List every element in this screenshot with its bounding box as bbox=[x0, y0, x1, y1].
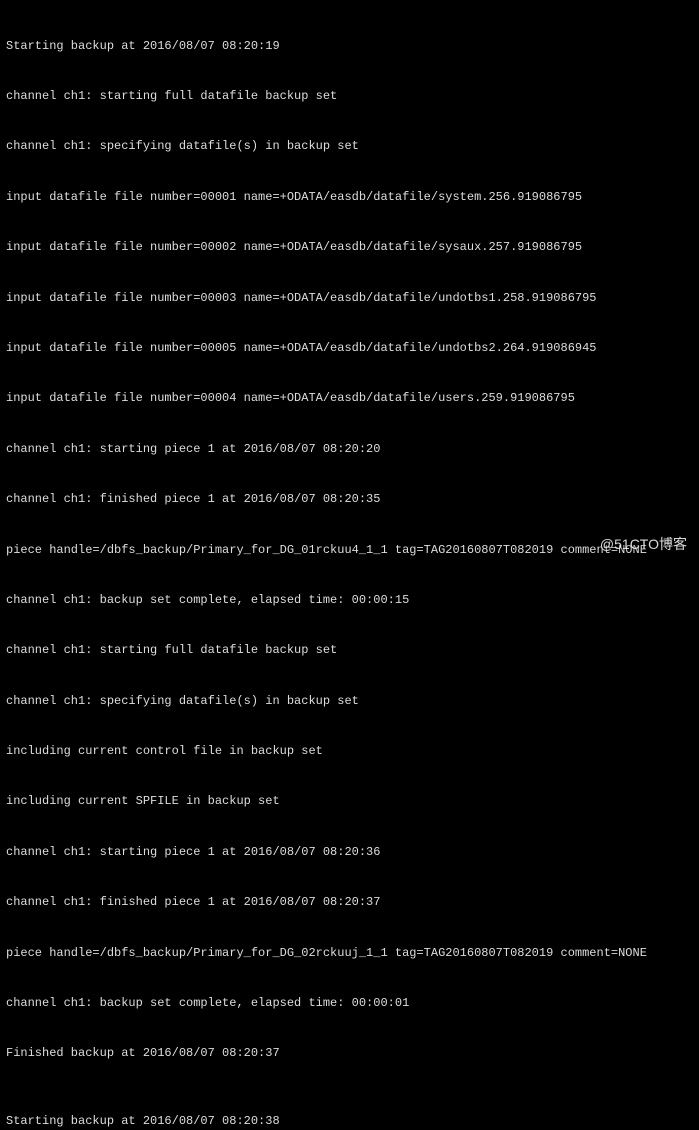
log-line: channel ch1: starting full datafile back… bbox=[6, 642, 693, 659]
log-line: input datafile file number=00002 name=+O… bbox=[6, 239, 693, 256]
log-line: channel ch1: starting piece 1 at 2016/08… bbox=[6, 844, 693, 861]
log-line: including current SPFILE in backup set bbox=[6, 793, 693, 810]
log-line: channel ch1: finished piece 1 at 2016/08… bbox=[6, 491, 693, 508]
watermark-text: @51CTO博客 bbox=[600, 535, 687, 555]
log-line: piece handle=/dbfs_backup/Primary_for_DG… bbox=[6, 945, 693, 962]
log-line: input datafile file number=00001 name=+O… bbox=[6, 189, 693, 206]
log-line: Finished backup at 2016/08/07 08:20:37 bbox=[6, 1045, 693, 1062]
log-line: channel ch1: backup set complete, elapse… bbox=[6, 592, 693, 609]
log-line: Starting backup at 2016/08/07 08:20:38 bbox=[6, 1113, 693, 1130]
log-line: input datafile file number=00005 name=+O… bbox=[6, 340, 693, 357]
log-line: channel ch1: backup set complete, elapse… bbox=[6, 995, 693, 1012]
log-line: input datafile file number=00004 name=+O… bbox=[6, 390, 693, 407]
log-line: channel ch1: finished piece 1 at 2016/08… bbox=[6, 894, 693, 911]
log-line: channel ch1: specifying datafile(s) in b… bbox=[6, 693, 693, 710]
log-line: Starting backup at 2016/08/07 08:20:19 bbox=[6, 38, 693, 55]
log-line: input datafile file number=00003 name=+O… bbox=[6, 290, 693, 307]
log-line: channel ch1: starting piece 1 at 2016/08… bbox=[6, 441, 693, 458]
log-line: piece handle=/dbfs_backup/Primary_for_DG… bbox=[6, 542, 693, 559]
log-line: including current control file in backup… bbox=[6, 743, 693, 760]
log-line: channel ch1: specifying datafile(s) in b… bbox=[6, 138, 693, 155]
terminal-output[interactable]: Starting backup at 2016/08/07 08:20:19 c… bbox=[0, 0, 699, 1130]
log-line: channel ch1: starting full datafile back… bbox=[6, 88, 693, 105]
